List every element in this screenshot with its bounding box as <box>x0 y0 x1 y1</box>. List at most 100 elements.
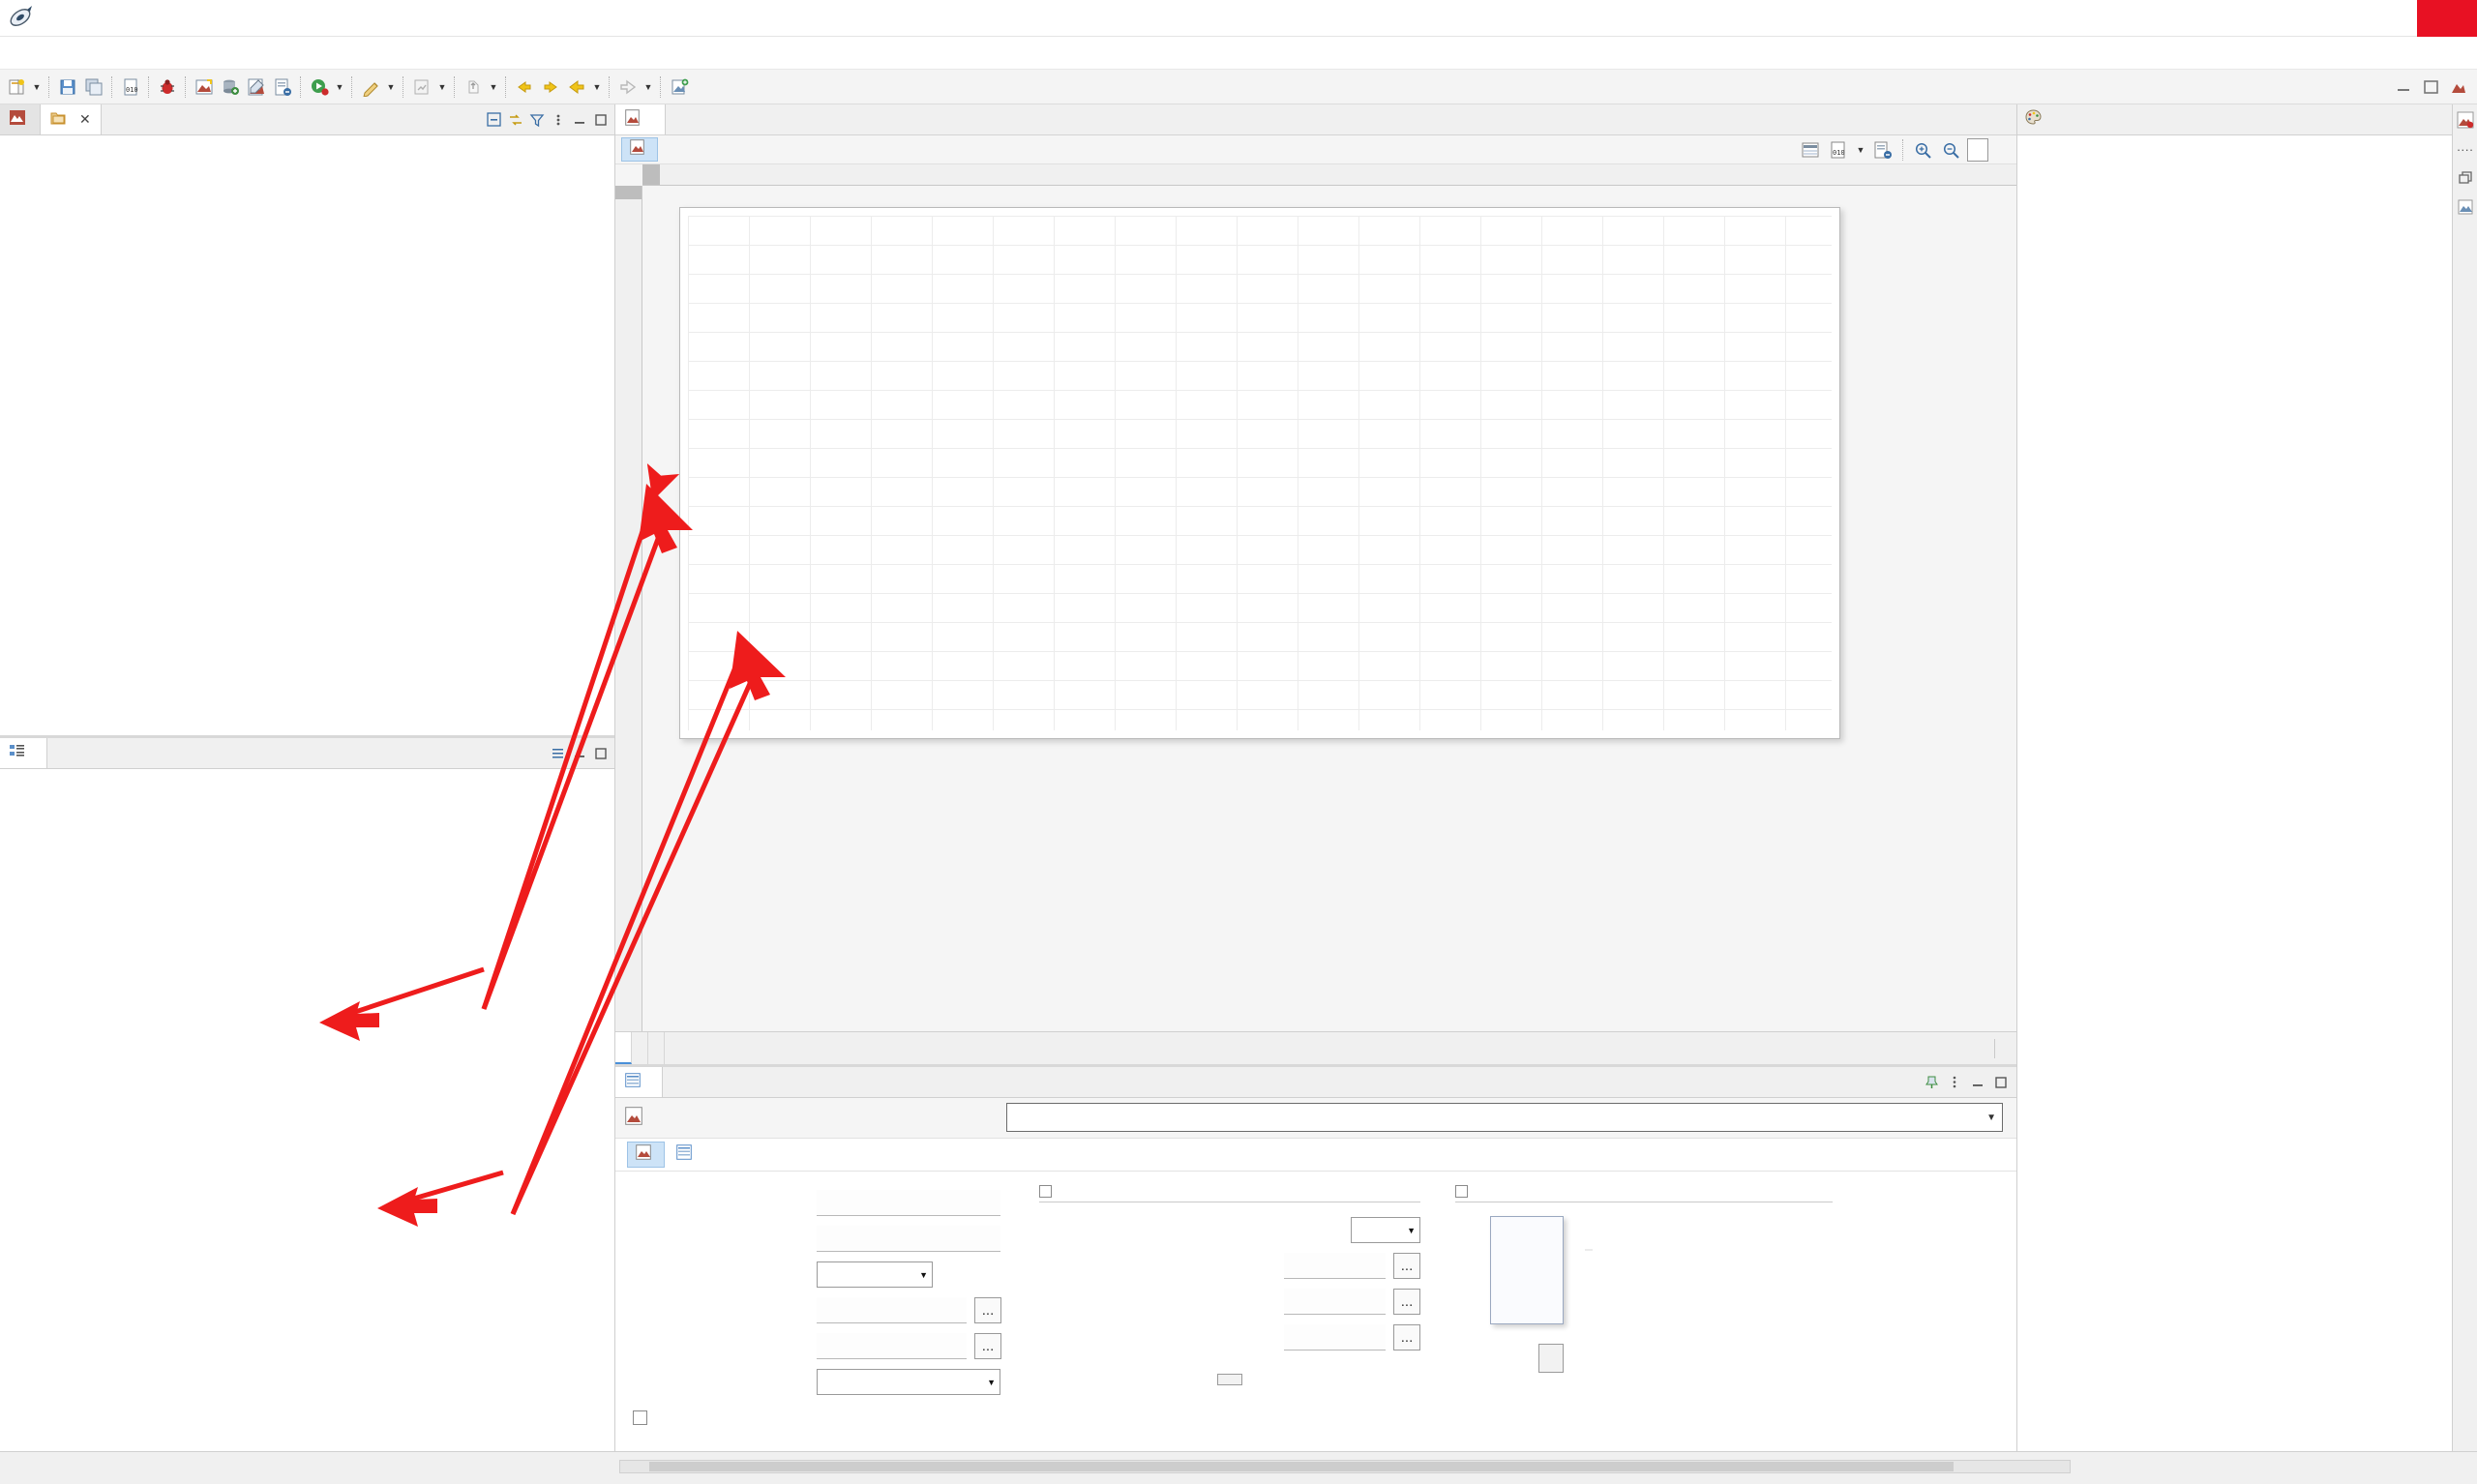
zoom-out-icon[interactable] <box>1939 137 1964 163</box>
menu-help[interactable] <box>161 50 186 56</box>
subtab-advanced[interactable] <box>669 1143 704 1167</box>
preview-icon[interactable] <box>192 74 217 100</box>
run-icon[interactable] <box>307 74 332 100</box>
menu-project[interactable] <box>110 50 135 56</box>
format-brush-icon[interactable] <box>358 74 383 100</box>
tab-preview[interactable] <box>648 1032 665 1064</box>
collapse-icon[interactable] <box>1455 1185 1468 1198</box>
export-icon[interactable] <box>270 74 295 100</box>
resource-missing-type-select[interactable]: ▼ <box>1351 1217 1420 1243</box>
outline-tree[interactable] <box>0 769 614 1451</box>
search-property-input[interactable]: ▼ <box>1006 1103 2003 1132</box>
tab-project-explorer[interactable]: ✕ <box>41 104 102 134</box>
collapse-icon[interactable] <box>1039 1185 1052 1198</box>
new-icon[interactable] <box>4 74 29 100</box>
imports-browse-button[interactable]: ... <box>974 1297 1001 1323</box>
forward-nav-icon[interactable] <box>615 74 641 100</box>
edit-page-format-button[interactable] <box>1538 1344 1564 1373</box>
collapse-all-icon[interactable] <box>487 111 502 128</box>
perspective-switcher-icon[interactable] <box>2446 74 2471 100</box>
format-factory-browse-button[interactable]: ... <box>974 1333 1001 1359</box>
default-data-adapter-input[interactable] <box>1284 1324 1386 1350</box>
menu-view[interactable] <box>60 50 85 56</box>
maximize-icon[interactable] <box>593 112 609 128</box>
close-button[interactable] <box>2417 0 2477 37</box>
minimize-icon[interactable] <box>572 112 587 128</box>
last-edit-icon[interactable] <box>409 74 434 100</box>
forward-history-icon[interactable] <box>538 74 563 100</box>
imports-input[interactable] <box>817 1297 967 1323</box>
last-edit-caret-icon[interactable]: ▼ <box>435 74 449 100</box>
close-icon[interactable]: ✕ <box>79 111 91 128</box>
new-dropdown-caret-icon[interactable]: ▼ <box>30 74 44 100</box>
project-explorer-tree[interactable] <box>0 135 614 735</box>
save-icon[interactable] <box>55 74 80 100</box>
data-icon[interactable]: 010 <box>1826 137 1851 163</box>
menu-window[interactable] <box>135 50 161 56</box>
field-title-on-new-page[interactable] <box>633 1400 1004 1436</box>
maximize-button[interactable] <box>2357 0 2417 37</box>
resource-bundle-input[interactable] <box>1284 1289 1386 1315</box>
resource-bundle-browse-button[interactable]: ... <box>1393 1289 1420 1315</box>
main-report-tab[interactable] <box>621 137 658 162</box>
back-nav-caret-icon[interactable]: ▼ <box>590 74 604 100</box>
report-thumbnail-icon[interactable] <box>2456 110 2475 130</box>
outline-thumbnail-icon[interactable] <box>2456 197 2475 217</box>
tab-outline[interactable] <box>0 738 47 768</box>
edit-report-icon[interactable] <box>244 74 269 100</box>
back-nav-icon[interactable] <box>564 74 589 100</box>
next-annotation-caret-icon[interactable]: ▼ <box>487 74 500 100</box>
default-data-adapter-browse-button[interactable]: ... <box>1393 1324 1420 1350</box>
tab-design[interactable] <box>615 1032 632 1064</box>
format-dropdown-caret-icon[interactable]: ▼ <box>384 74 398 100</box>
zoom-level-combo[interactable] <box>1967 137 1988 162</box>
link-editor-icon[interactable] <box>508 112 523 128</box>
tab-group-param-jrxml[interactable] <box>615 104 666 134</box>
view-menu-icon[interactable] <box>551 746 566 761</box>
save-all-icon[interactable] <box>81 74 106 100</box>
format-factory-input[interactable] <box>817 1333 967 1359</box>
menu-navigate[interactable] <box>85 50 110 56</box>
report-name-input[interactable] <box>817 1190 1000 1216</box>
when-no-data-type-select[interactable]: ▼ <box>817 1369 1000 1395</box>
minimize-icon[interactable] <box>572 746 587 761</box>
description-input[interactable] <box>817 1226 1000 1252</box>
language-select[interactable]: ▼ <box>817 1261 933 1288</box>
minimize-icon[interactable] <box>1970 1075 1985 1090</box>
horizontal-scrollbar[interactable] <box>619 1460 2071 1473</box>
chevron-down-icon[interactable]: ▼ <box>1986 1113 1996 1123</box>
maximize-icon[interactable] <box>1993 1075 2009 1090</box>
debug-icon[interactable] <box>155 74 180 100</box>
maximize-icon[interactable] <box>593 746 609 761</box>
view-menu-icon[interactable] <box>1947 1075 1962 1090</box>
tab-source[interactable] <box>632 1032 648 1064</box>
zoom-in-icon[interactable] <box>1911 137 1936 163</box>
title-on-new-page-checkbox[interactable] <box>633 1410 647 1425</box>
scriptlet-class-input[interactable] <box>1284 1253 1386 1279</box>
scrollbar-thumb[interactable] <box>648 1462 1955 1471</box>
report-page[interactable] <box>679 207 1840 739</box>
subtab-report[interactable] <box>627 1142 665 1168</box>
menu-edit[interactable] <box>35 50 60 56</box>
design-canvas-area[interactable] <box>615 164 2016 1031</box>
pin-icon[interactable] <box>1924 1075 1939 1090</box>
perspective-maximize-icon[interactable] <box>2419 74 2444 100</box>
restore-icon[interactable] <box>2456 168 2475 188</box>
view-menu-icon[interactable] <box>551 112 566 128</box>
perspective-minimize-icon[interactable] <box>2392 74 2417 100</box>
menu-file[interactable] <box>10 50 35 56</box>
compile-icon[interactable]: 010 <box>118 74 143 100</box>
back-history-icon[interactable] <box>512 74 537 100</box>
filter-icon[interactable] <box>529 112 545 128</box>
new-report-icon[interactable] <box>667 74 692 100</box>
paper-scroll-area[interactable] <box>642 186 2016 1031</box>
band-list-icon[interactable] <box>1798 137 1823 163</box>
forward-nav-caret-icon[interactable]: ▼ <box>642 74 655 100</box>
minimize-button[interactable] <box>2297 0 2357 37</box>
edit-query-button[interactable] <box>1217 1373 1242 1385</box>
report-export-icon[interactable] <box>1870 137 1895 163</box>
run-dropdown-caret-icon[interactable]: ▼ <box>333 74 346 100</box>
next-annotation-icon[interactable] <box>461 74 486 100</box>
dropdown-caret-icon[interactable]: ▼ <box>1854 137 1867 163</box>
tab-repository-explorer[interactable] <box>0 104 41 134</box>
